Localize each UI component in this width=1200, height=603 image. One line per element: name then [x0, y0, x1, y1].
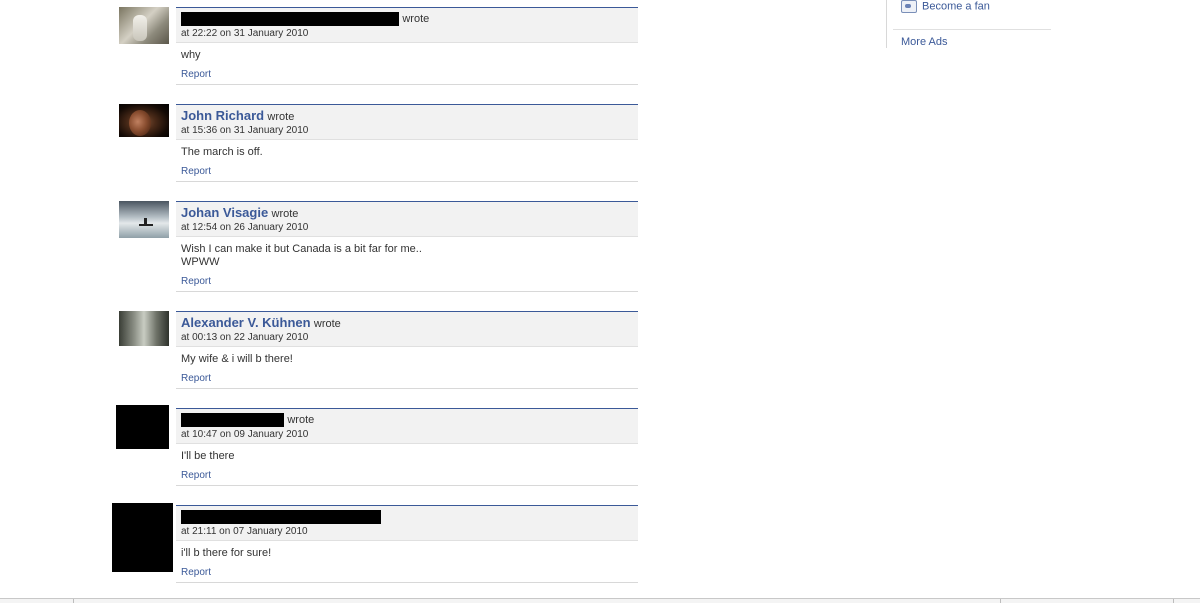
- wrote-label: wrote: [402, 13, 430, 25]
- post-timestamp: at 21:11 on 07 January 2010: [181, 526, 308, 537]
- post-divider: [176, 485, 638, 486]
- wall-posts: wrote at 22:22 on 31 January 2010 why Re…: [0, 0, 660, 602]
- post-divider: [176, 181, 638, 182]
- more-ads-link[interactable]: More Ads: [901, 36, 947, 48]
- report-link[interactable]: Report: [181, 373, 211, 384]
- report-link[interactable]: Report: [181, 69, 211, 80]
- page-footer-bar: [0, 598, 1200, 603]
- footer-divider: [1173, 599, 1174, 603]
- author-name[interactable]: John Richard: [181, 108, 264, 123]
- report-link[interactable]: Report: [181, 470, 211, 481]
- avatar-redacted[interactable]: [112, 503, 173, 572]
- right-sidebar-ads: Become a fan More Ads: [886, 0, 1051, 48]
- become-fan-label: Become a fan: [922, 0, 990, 13]
- fan-page-icon: [901, 0, 917, 13]
- post-message: why: [181, 49, 201, 61]
- post-message: My wife & i will b there!: [181, 353, 293, 365]
- post-timestamp: at 22:22 on 31 January 2010: [181, 28, 309, 39]
- wrote-label: wrote: [271, 208, 299, 220]
- avatar[interactable]: [119, 311, 169, 346]
- post-timestamp: at 15:36 on 31 January 2010: [181, 125, 309, 136]
- post-header: wrote at 22:22 on 31 January 2010: [176, 7, 638, 43]
- avatar[interactable]: [119, 7, 169, 44]
- avatar-redacted[interactable]: [116, 405, 169, 449]
- post-timestamp: at 00:13 on 22 January 2010: [181, 332, 309, 343]
- post-header: Johan Visagie wrote at 12:54 on 26 Janua…: [176, 201, 638, 237]
- post-message: i'll b there for sure!: [181, 547, 272, 559]
- report-link[interactable]: Report: [181, 276, 211, 287]
- post-header: John Richard wrote at 15:36 on 31 Januar…: [176, 104, 638, 140]
- redacted-author-name: [181, 509, 381, 524]
- post-divider: [176, 291, 638, 292]
- post-timestamp: at 10:47 on 09 January 2010: [181, 429, 309, 440]
- post-message: I'll be there: [181, 450, 235, 462]
- footer-divider: [1000, 599, 1001, 603]
- post-timestamp: at 12:54 on 26 January 2010: [181, 222, 309, 233]
- report-link[interactable]: Report: [181, 166, 211, 177]
- sidebar-divider: [893, 29, 1051, 30]
- report-link[interactable]: Report: [181, 567, 211, 578]
- post-divider: [176, 84, 638, 85]
- author-name[interactable]: Johan Visagie: [181, 205, 268, 220]
- post-divider: [176, 388, 638, 389]
- avatar[interactable]: [119, 201, 169, 238]
- post-header: wrote at 10:47 on 09 January 2010: [176, 408, 638, 444]
- footer-divider: [73, 599, 74, 603]
- wrote-label: wrote: [267, 111, 295, 123]
- post-header: at 21:11 on 07 January 2010: [176, 505, 638, 541]
- post-message: The march is off.: [181, 146, 263, 158]
- author-name[interactable]: Alexander V. Kühnen: [181, 315, 311, 330]
- become-fan-link[interactable]: Become a fan: [901, 0, 990, 13]
- wrote-label: wrote: [313, 318, 341, 330]
- post-message: Wish I can make it but Canada is a bit f…: [181, 243, 422, 268]
- wrote-label: wrote: [287, 414, 315, 426]
- post-header: Alexander V. Kühnen wrote at 00:13 on 22…: [176, 311, 638, 347]
- avatar[interactable]: [119, 104, 169, 137]
- redacted-author-name: [181, 412, 284, 427]
- post-divider: [176, 582, 638, 583]
- redacted-author-name: [181, 11, 399, 26]
